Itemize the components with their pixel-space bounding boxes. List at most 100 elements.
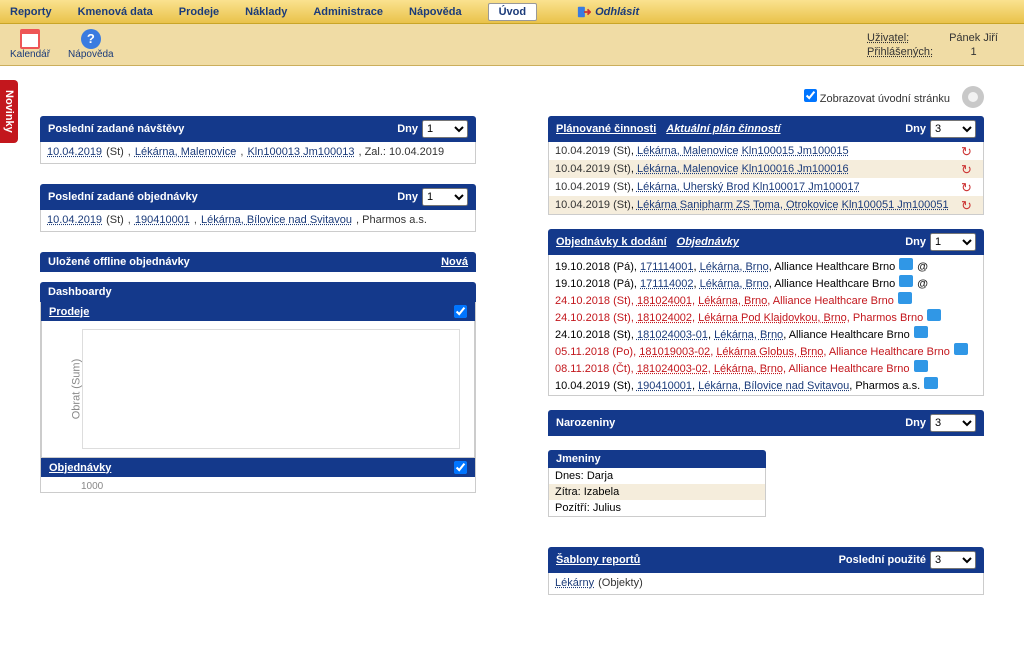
deliver-pharmacy[interactable]: Lékárna, Bílovice nad Svitavou	[698, 380, 849, 392]
panel-title: Poslední zadané návštěvy	[48, 123, 184, 135]
dash-orders-checkbox[interactable]	[454, 461, 467, 474]
menu-administrace[interactable]: Administrace	[313, 6, 383, 18]
deliver-num[interactable]: 181024002	[637, 312, 692, 324]
menu-napoveda[interactable]: Nápověda	[409, 6, 462, 18]
menu-naklady[interactable]: Náklady	[245, 6, 287, 18]
deliver-num[interactable]: 181024003-02	[637, 363, 708, 375]
visit-pharmacy[interactable]: Lékárna, Malenovice	[135, 146, 237, 158]
visit-row: 10.04.2019 (St), Lékárna, Malenovice, Kl…	[47, 145, 469, 160]
planned-current[interactable]: Aktuální plán činností	[666, 123, 780, 135]
plan-code[interactable]: Kln100017 Jm100017	[753, 181, 860, 193]
deliver-row: 10.04.2019 (St), 190410001, Lékárna, Bíl…	[555, 376, 977, 393]
dash-orders-title[interactable]: Objednávky	[49, 462, 111, 474]
plan-row: 10.04.2019 (St), Lékárna, Malenovice Kln…	[549, 142, 983, 160]
show-intro-checkbox[interactable]	[804, 89, 817, 102]
panel-title: Dashboardy	[48, 286, 112, 298]
nameday-today: Dnes: Darja	[549, 468, 765, 484]
menu-kmenova[interactable]: Kmenová data	[78, 6, 153, 18]
reports-count-select[interactable]: 3	[930, 551, 976, 569]
visit-date[interactable]: 10.04.2019	[47, 146, 102, 158]
logout-button[interactable]: Odhlásit	[577, 5, 639, 19]
deliver-num[interactable]: 171114001	[640, 261, 693, 273]
orders-days-select[interactable]: 1	[422, 188, 468, 206]
plan-row: 10.04.2019 (St), Lékárna, Uherský Brod K…	[549, 178, 983, 196]
status-icon[interactable]	[899, 258, 913, 270]
dash-sales-chart: Obrat (Sum)	[41, 321, 475, 458]
deliver-pharmacy[interactable]: Lékárna, Brno	[714, 329, 783, 341]
deliver-row: 19.10.2018 (Pá), 171114002, Lékárna, Brn…	[555, 274, 977, 291]
order-num[interactable]: 190410001	[135, 214, 190, 226]
deliver-orders[interactable]: Objednávky	[677, 236, 739, 248]
deliver-pharmacy[interactable]: Lékárna Globus, Brno	[716, 346, 823, 358]
plan-code[interactable]: Kln100016 Jm100016	[742, 163, 849, 175]
show-intro-label: Zobrazovat úvodní stránku	[820, 93, 950, 105]
refresh-icon[interactable]	[961, 198, 977, 212]
plan-pharmacy[interactable]: Lékárna, Malenovice	[637, 145, 739, 157]
dny-label: Dny	[905, 236, 926, 248]
gear-icon[interactable]	[962, 86, 984, 108]
order-suffix: , Pharmos a.s.	[356, 214, 427, 226]
user-name: Pánek Jiří	[949, 32, 1012, 44]
deliver-row: 08.11.2018 (Čt), 181024003-02, Lékárna, …	[555, 359, 977, 376]
panel-dashboards: Dashboardy Prodeje Obrat (Sum) Objednávk…	[40, 282, 476, 493]
side-tab-news[interactable]: Novinky	[0, 80, 18, 143]
deliver-pharmacy[interactable]: Lékárna, Brno	[700, 261, 769, 273]
status-icon[interactable]	[954, 343, 968, 355]
deliver-pharmacy[interactable]: Lékárna Pod Klajdovkou, Brno	[698, 312, 847, 324]
menu-uvod[interactable]: Úvod	[488, 3, 538, 21]
planned-title[interactable]: Plánované činnosti	[556, 123, 656, 135]
report-name[interactable]: Lékárny	[555, 577, 594, 589]
at-icon: @	[917, 261, 928, 273]
help-button[interactable]: ? Nápověda	[68, 29, 114, 60]
status-icon[interactable]	[914, 360, 928, 372]
panel-title: Uložené offline objednávky	[48, 256, 190, 268]
refresh-icon[interactable]	[961, 162, 977, 176]
plan-days-select[interactable]: 3	[930, 120, 976, 138]
show-intro-toggle[interactable]: Zobrazovat úvodní stránku	[804, 89, 950, 105]
offline-new-link[interactable]: Nová	[441, 256, 468, 268]
deliver-num[interactable]: 181024001	[637, 295, 692, 307]
panel-title: Narozeniny	[556, 417, 615, 429]
visits-days-select[interactable]: 1	[422, 120, 468, 138]
deliver-num[interactable]: 190410001	[637, 380, 692, 392]
status-icon[interactable]	[914, 326, 928, 338]
refresh-icon[interactable]	[961, 144, 977, 158]
plan-pharmacy[interactable]: Lékárna, Malenovice	[637, 163, 739, 175]
reports-title[interactable]: Šablony reportů	[556, 554, 640, 566]
menu-reporty[interactable]: Reporty	[10, 6, 52, 18]
status-icon[interactable]	[927, 309, 941, 321]
order-row: 10.04.2019 (St), 190410001, Lékárna, Bíl…	[47, 213, 469, 228]
plan-row: 10.04.2019 (St), Lékárna, Malenovice Kln…	[549, 160, 983, 178]
menu-prodeje[interactable]: Prodeje	[179, 6, 219, 18]
visit-code[interactable]: Kln100013 Jm100013	[247, 146, 354, 158]
order-date[interactable]: 10.04.2019	[47, 214, 102, 226]
visit-suffix: , Zal.: 10.04.2019	[358, 146, 444, 158]
plan-pharmacy[interactable]: Lékárna Sanipharm ZS Toma, Otrokovice	[637, 199, 839, 211]
birthday-days-select[interactable]: 3	[930, 414, 976, 432]
deliver-pharmacy[interactable]: Lékárna, Brno	[698, 295, 767, 307]
deliver-num[interactable]: 171114002	[640, 278, 693, 290]
status-icon[interactable]	[924, 377, 938, 389]
calendar-button[interactable]: Kalendář	[10, 29, 50, 60]
plan-code[interactable]: Kln100051 Jm100051	[842, 199, 949, 211]
plan-code[interactable]: Kln100015 Jm100015	[742, 145, 849, 157]
order-pharmacy[interactable]: Lékárna, Bílovice nad Svitavou	[201, 214, 352, 226]
refresh-icon[interactable]	[961, 180, 977, 194]
dash-sales-checkbox[interactable]	[454, 305, 467, 318]
deliver-pharmacy[interactable]: Lékárna, Brno	[700, 278, 769, 290]
toolbar: Kalendář ? Nápověda Uživatel: Pánek Jiří…	[0, 24, 1024, 66]
deliver-num[interactable]: 181024003-01	[637, 329, 708, 341]
panel-report-templates: Šablony reportů Poslední použité 3 Lékár…	[548, 547, 984, 595]
deliver-title[interactable]: Objednávky k dodání	[556, 236, 667, 248]
status-icon[interactable]	[899, 275, 913, 287]
panel-last-orders: Poslední zadané objednávky Dny 1 10.04.2…	[40, 184, 476, 232]
deliver-days-select[interactable]: 1	[930, 233, 976, 251]
calendar-icon	[20, 29, 40, 49]
plan-pharmacy[interactable]: Lékárna, Uherský Brod	[637, 181, 750, 193]
reports-right-label: Poslední použité	[839, 554, 926, 566]
dash-sales-title[interactable]: Prodeje	[49, 306, 89, 318]
deliver-pharmacy[interactable]: Lékárna, Brno	[714, 363, 783, 375]
status-icon[interactable]	[898, 292, 912, 304]
deliver-row: 24.10.2018 (St), 181024001, Lékárna, Brn…	[555, 291, 977, 308]
deliver-num[interactable]: 181019003-02	[639, 346, 710, 358]
